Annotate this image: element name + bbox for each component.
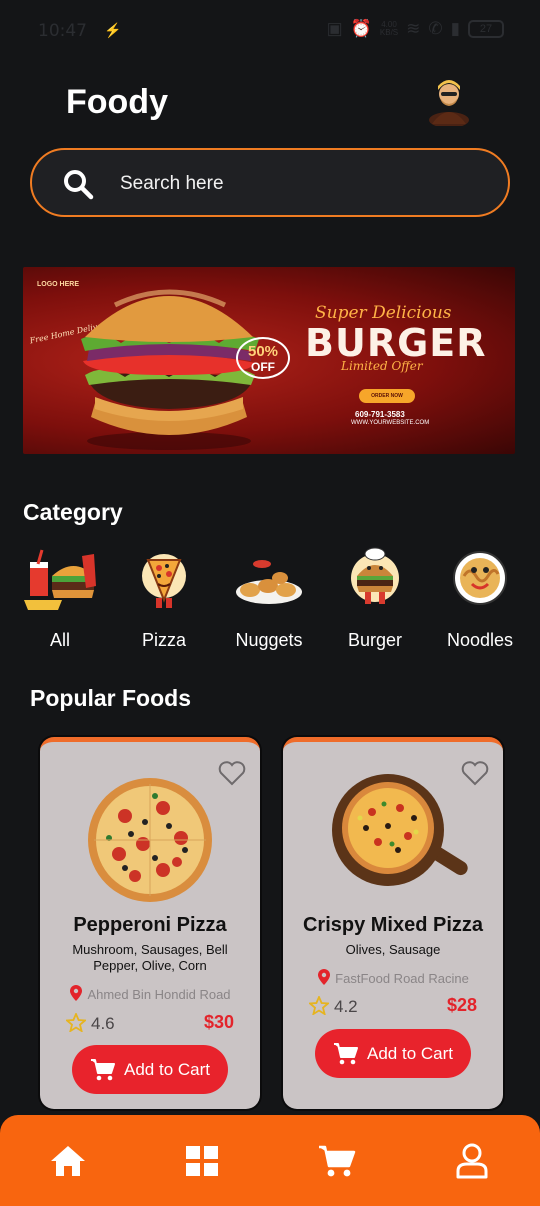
banner-super: Super Delicious [315, 303, 452, 323]
nav-cart[interactable] [317, 1143, 357, 1179]
cart-icon [334, 1042, 358, 1064]
category-pizza[interactable]: Pizza [114, 546, 214, 651]
category-label: Nuggets [235, 630, 303, 650]
category-nuggets[interactable]: Nuggets [219, 546, 319, 651]
location-pin-icon [318, 969, 331, 985]
food-card[interactable]: Pepperoni Pizza Mushroom, Sausages, Bell… [40, 737, 260, 1109]
pizza-mascot-icon [142, 554, 186, 608]
category-label: Pizza [141, 630, 186, 650]
add-to-cart-button[interactable]: Add to Cart [315, 1029, 471, 1078]
food-rating: 4.2 [307, 994, 358, 1017]
burger-image [81, 289, 259, 450]
food-price: $30 [203, 1012, 234, 1032]
star-icon [307, 994, 331, 1016]
location-pin-icon [70, 985, 83, 1001]
burger-mascot-icon [351, 547, 399, 604]
banner-subline: Limited Offer [341, 359, 423, 373]
food-card[interactable]: Crispy Mixed Pizza Olives, Sausage FastF… [283, 737, 503, 1109]
charging-icon: ⚡ [104, 22, 122, 38]
category-label: All [49, 630, 70, 650]
food-description: Olives, Sausage [345, 942, 441, 957]
mixed-pizza-image [332, 774, 468, 886]
status-time: 10:47 [38, 21, 87, 41]
food-location: Ahmed Bin Hondid Road [40, 984, 260, 1002]
promo-banner[interactable]: LOGO HERE Free Home Delivery 50% OFF Sup… [23, 267, 515, 454]
cart-icon [91, 1058, 115, 1080]
star-icon [64, 1011, 88, 1033]
order-now-button[interactable]: ORDER NOW [359, 389, 415, 403]
profile-icon [456, 1143, 488, 1179]
category-noodles[interactable]: Noodles [430, 546, 530, 651]
bottom-nav [0, 1115, 540, 1206]
home-icon [51, 1146, 85, 1176]
food-location: FastFood Road Racine [283, 968, 503, 986]
cart-icon [319, 1145, 356, 1177]
noodles-mascot-icon [453, 551, 507, 605]
status-bar: 10:47 ⚡ ▣ ⏰ 4.00 KB/S ≋ ✆ ▮ 27 [0, 0, 540, 62]
signal-icon: ▮ [450, 19, 460, 38]
nuggets-plate-icon [236, 560, 302, 604]
status-icons: ▣ ⏰ 4.00 KB/S ≋ ✆ ▮ 27 [327, 19, 504, 39]
avatar[interactable] [426, 74, 472, 128]
discount-badge: 50% OFF [236, 337, 290, 379]
food-rating: 4.6 [64, 1011, 115, 1034]
food-description: Mushroom, Sausages, Bell Pepper, Olive, … [72, 942, 228, 973]
network-speed: 4.00 KB/S [379, 20, 399, 37]
alarm-icon: ⏰ [350, 19, 372, 38]
search-input[interactable]: Search here [120, 173, 224, 195]
category-burger[interactable]: Burger [325, 546, 425, 651]
category-all[interactable]: All [10, 546, 110, 651]
heart-icon[interactable] [218, 760, 246, 786]
banner-logo: LOGO HERE [37, 281, 80, 288]
grid-icon [186, 1146, 218, 1176]
food-name: Crispy Mixed Pizza [302, 914, 484, 936]
search-icon [64, 170, 94, 200]
banner-phone: 609-791-3583 [355, 410, 405, 419]
nav-profile[interactable] [452, 1143, 492, 1179]
app-title: Foody [66, 83, 168, 121]
food-name: Pepperoni Pizza [73, 914, 227, 936]
nfc-icon: ▣ [326, 19, 343, 38]
nav-categories[interactable] [182, 1143, 222, 1179]
popular-title: Popular Foods [30, 685, 191, 711]
category-label: Burger [347, 630, 403, 650]
pepperoni-pizza-image [88, 778, 212, 902]
call-icon: ✆ [428, 19, 443, 38]
food-price: $28 [446, 995, 477, 1015]
category-title: Category [23, 499, 123, 525]
nav-home[interactable] [48, 1143, 88, 1179]
category-label: Noodles [446, 630, 514, 650]
battery-icon: 27 [468, 20, 504, 38]
banner-website: WWW.YOURWEBSITE.COM [351, 420, 430, 426]
wifi-icon: ≋ [406, 19, 421, 38]
add-to-cart-button[interactable]: Add to Cart [72, 1045, 228, 1094]
combo-meal-icon [24, 549, 96, 610]
search-bar[interactable]: Search here [30, 148, 510, 217]
